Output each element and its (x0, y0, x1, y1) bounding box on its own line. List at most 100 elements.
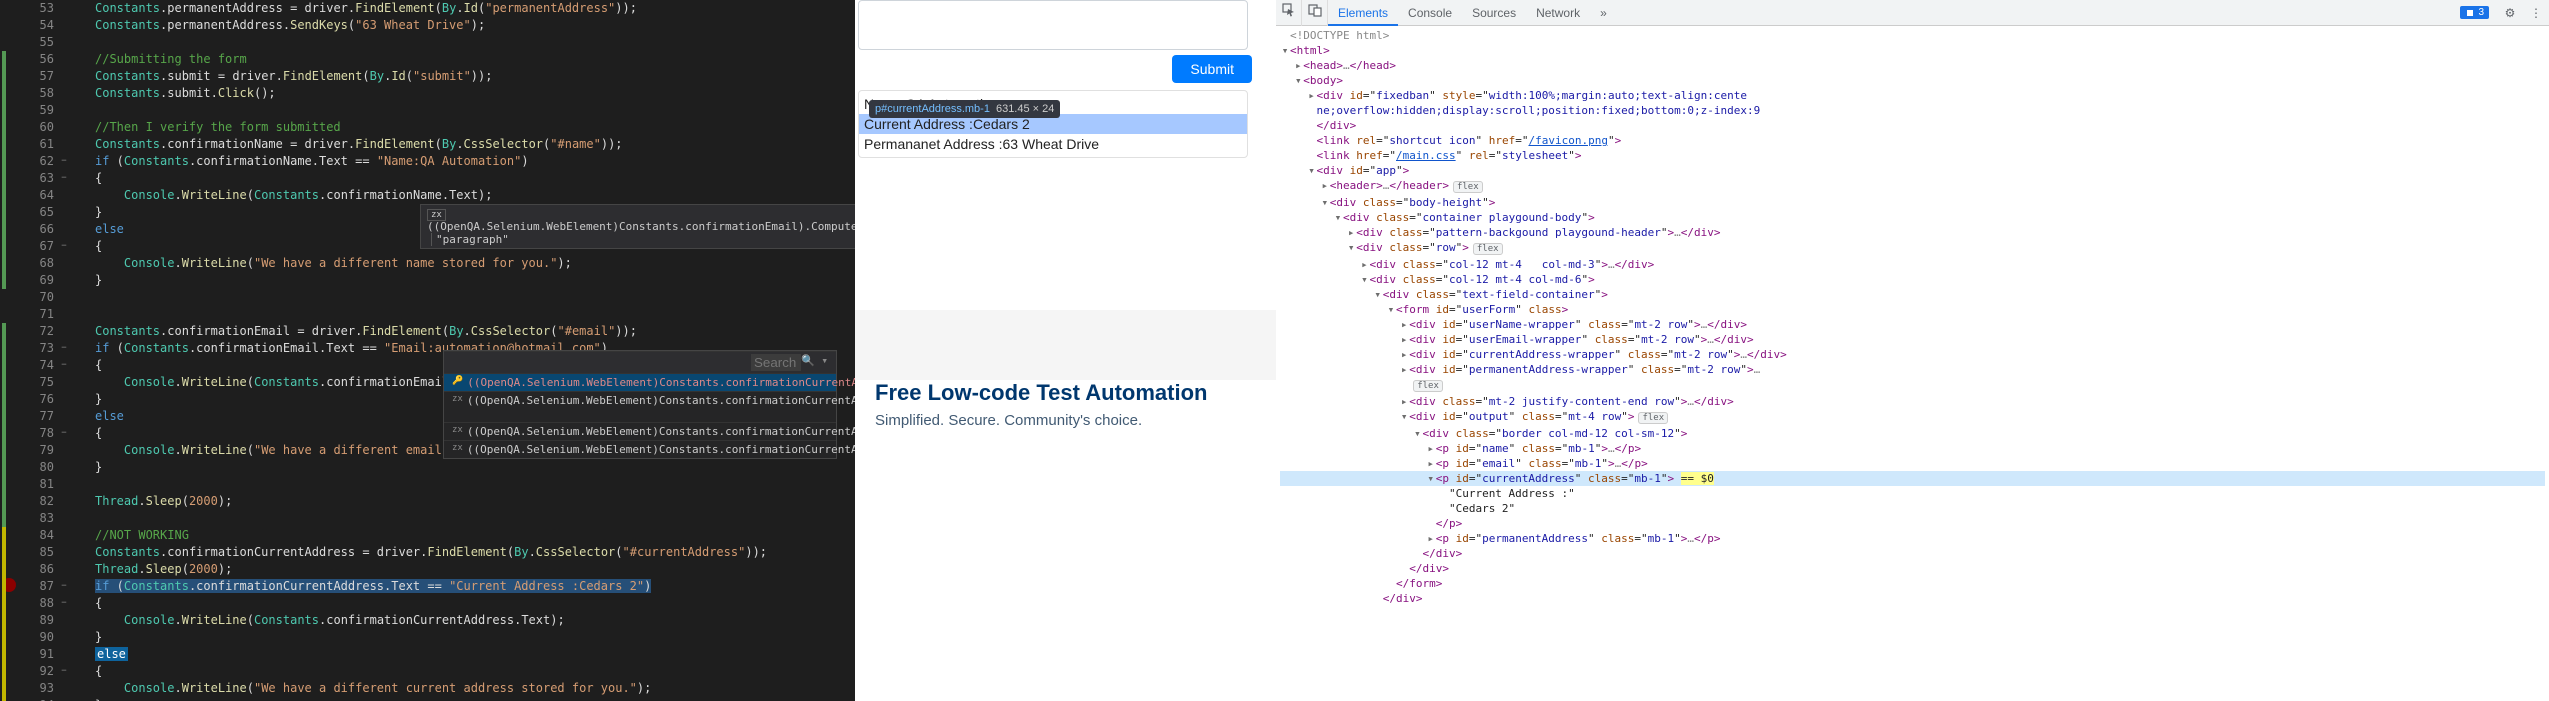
code-text[interactable]: Constants.submit.Click(); (70, 85, 276, 102)
fold-toggle[interactable] (58, 459, 70, 476)
code-text[interactable] (70, 510, 95, 527)
fold-toggle[interactable] (58, 306, 70, 323)
expand-arrow-icon[interactable]: ▸ (1426, 441, 1436, 456)
code-text[interactable]: //Then I verify the form submitted (70, 119, 341, 136)
expand-arrow-icon[interactable]: ▸ (1399, 394, 1409, 409)
watch-search-input[interactable] (751, 354, 801, 371)
code-text[interactable]: Thread.Sleep(2000); (70, 493, 232, 510)
dom-node[interactable]: <!DOCTYPE html> (1280, 28, 2545, 43)
fold-toggle[interactable] (58, 136, 70, 153)
code-editor[interactable]: 53Constants.permanentAddress = driver.Fi… (0, 0, 855, 701)
fold-toggle[interactable] (58, 51, 70, 68)
code-line[interactable]: 83 (0, 510, 855, 527)
dom-node[interactable]: ▸<div id="userEmail-wrapper" class="mt-2… (1280, 332, 2545, 347)
fold-toggle[interactable] (58, 0, 70, 17)
expand-arrow-icon[interactable]: ▾ (1320, 195, 1330, 210)
code-text[interactable]: Console.WriteLine(Constants.confirmation… (70, 374, 500, 391)
code-text[interactable]: { (70, 238, 102, 255)
code-text[interactable]: { (70, 170, 102, 187)
expand-arrow-icon[interactable]: ▾ (1386, 302, 1396, 317)
issues-badge[interactable]: 3 (2460, 6, 2489, 19)
dom-node[interactable]: ▾<div class="body-height"> (1280, 195, 2545, 210)
code-line[interactable]: 61Constants.confirmationName = driver.Fi… (0, 136, 855, 153)
dom-node[interactable]: ▾<form id="userForm" class> (1280, 302, 2545, 317)
fold-toggle[interactable]: − (58, 340, 70, 357)
code-line[interactable]: 71 (0, 306, 855, 323)
dom-node[interactable]: </div> (1280, 546, 2545, 561)
expand-arrow-icon[interactable]: ▾ (1412, 426, 1422, 441)
fold-toggle[interactable]: − (58, 425, 70, 442)
code-text[interactable]: //Submitting the form (70, 51, 247, 68)
expand-arrow-icon[interactable]: ▸ (1399, 347, 1409, 362)
code-text[interactable]: Constants.confirmationName = driver.Find… (70, 136, 623, 153)
fold-toggle[interactable] (58, 17, 70, 34)
code-text[interactable]: { (70, 357, 102, 374)
dom-node[interactable]: </div> (1280, 591, 2545, 606)
expand-arrow-icon[interactable]: ▾ (1399, 409, 1409, 424)
fold-toggle[interactable] (58, 187, 70, 204)
tab-console[interactable]: Console (1398, 0, 1462, 26)
expand-arrow-icon[interactable]: ▾ (1293, 73, 1303, 88)
fold-toggle[interactable] (58, 493, 70, 510)
code-text[interactable]: } (70, 629, 102, 646)
fold-toggle[interactable] (58, 221, 70, 238)
code-text[interactable]: { (70, 425, 102, 442)
dom-node[interactable]: ▾<div id="output" class="mt-4 row">flex (1280, 409, 2545, 426)
code-text[interactable]: Console.WriteLine(Constants.confirmation… (70, 612, 565, 629)
dom-node[interactable]: ▾<div class="col-12 mt-4 col-md-6"> (1280, 272, 2545, 287)
code-line[interactable]: 63−{ (0, 170, 855, 187)
code-text[interactable]: } (70, 204, 102, 221)
search-icon[interactable]: 🔍 ▾ (801, 354, 828, 371)
fold-toggle[interactable] (58, 510, 70, 527)
fold-toggle[interactable]: − (58, 153, 70, 170)
code-line[interactable]: 85Constants.confirmationCurrentAddress =… (0, 544, 855, 561)
dom-node[interactable]: ▾<div class="text-field-container"> (1280, 287, 2545, 302)
fold-toggle[interactable] (58, 374, 70, 391)
code-text[interactable]: Constants.submit = driver.FindElement(By… (70, 68, 492, 85)
expand-arrow-icon[interactable]: ▾ (1359, 272, 1369, 287)
fold-toggle[interactable] (58, 544, 70, 561)
code-line[interactable]: 53Constants.permanentAddress = driver.Fi… (0, 0, 855, 17)
code-line[interactable]: 90} (0, 629, 855, 646)
expand-arrow-icon[interactable]: ▸ (1320, 178, 1330, 193)
code-text[interactable]: } (70, 391, 102, 408)
code-text[interactable]: Thread.Sleep(2000); (70, 561, 232, 578)
tab-elements[interactable]: Elements (1328, 0, 1398, 26)
expand-arrow-icon[interactable]: ▾ (1373, 287, 1383, 302)
dom-node[interactable]: ▸<div id="fixedban" style="width:100%;ma… (1280, 88, 2545, 103)
dom-node[interactable]: ne;overflow:hidden;display:scroll;positi… (1280, 103, 2545, 118)
code-line[interactable]: 94} (0, 697, 855, 701)
expand-arrow-icon[interactable]: ▾ (1280, 43, 1290, 58)
code-text[interactable]: Constants.confirmationEmail = driver.Fin… (70, 323, 637, 340)
fold-toggle[interactable]: − (58, 663, 70, 680)
fold-toggle[interactable]: − (58, 578, 70, 595)
code-line[interactable]: 54Constants.permanentAddress.SendKeys("6… (0, 17, 855, 34)
fold-toggle[interactable] (58, 289, 70, 306)
dom-node[interactable]: <link rel="shortcut icon" href="/favicon… (1280, 133, 2545, 148)
dom-node[interactable]: ▾<p id="currentAddress" class="mb-1"> ==… (1280, 471, 2545, 486)
dom-node[interactable]: "Current Address :" (1280, 486, 2545, 501)
settings-icon[interactable]: ⚙ (2497, 6, 2523, 20)
code-line[interactable]: 59 (0, 102, 855, 119)
fold-toggle[interactable]: − (58, 170, 70, 187)
expand-arrow-icon[interactable]: ▸ (1293, 58, 1303, 73)
code-text[interactable]: else (70, 646, 128, 663)
textarea-field[interactable] (858, 0, 1248, 50)
code-text[interactable]: { (70, 595, 102, 612)
fold-toggle[interactable] (58, 323, 70, 340)
code-text[interactable]: Console.WriteLine("We have a different n… (70, 255, 572, 272)
fold-toggle[interactable] (58, 697, 70, 701)
code-text[interactable]: } (70, 459, 102, 476)
fold-toggle[interactable] (58, 68, 70, 85)
elements-tree[interactable]: <!DOCTYPE html>▾<html> ▸<head>…</head> ▾… (1276, 26, 2549, 701)
expand-arrow-icon[interactable]: ▸ (1426, 456, 1436, 471)
dom-node[interactable]: ▾<div class="border col-md-12 col-sm-12"… (1280, 426, 2545, 441)
code-line[interactable]: 82Thread.Sleep(2000); (0, 493, 855, 510)
dom-node[interactable]: ▾<html> (1280, 43, 2545, 58)
code-line[interactable]: 72Constants.confirmationEmail = driver.F… (0, 323, 855, 340)
fold-toggle[interactable] (58, 255, 70, 272)
more-icon[interactable]: ⋮ (2523, 6, 2549, 20)
code-text[interactable]: //NOT WORKING (70, 527, 189, 544)
fold-toggle[interactable] (58, 561, 70, 578)
code-line[interactable]: 86Thread.Sleep(2000); (0, 561, 855, 578)
